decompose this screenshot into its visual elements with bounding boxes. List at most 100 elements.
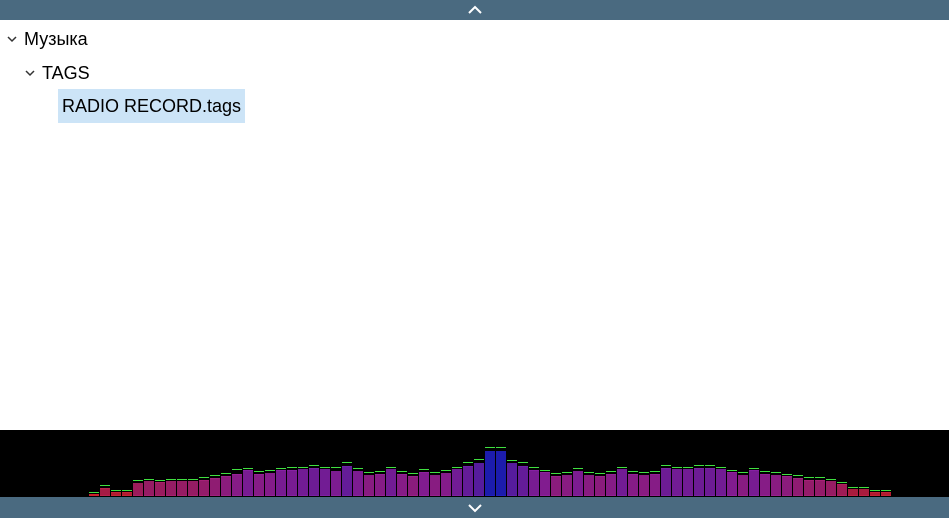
spectrum-peak [782,474,792,475]
spectrum-bar [650,474,660,496]
spectrum-peak [617,467,627,468]
spectrum-bar [463,466,473,496]
spectrum-peak [628,471,638,472]
spectrum-bar [606,474,616,496]
spectrum-bar [210,478,220,496]
expand-chevron-icon[interactable] [22,65,38,81]
spectrum-bar [265,473,275,496]
chevron-down-icon [467,503,482,512]
spectrum-visualizer [0,430,949,497]
spectrum-peak [584,472,594,473]
spectrum-peak [397,471,407,472]
spectrum-peak [573,468,583,469]
spectrum-peak [749,468,759,469]
spectrum-peak [177,479,187,480]
spectrum-peak [309,465,319,466]
spectrum-peak [133,480,143,481]
spectrum-peak [452,467,462,468]
spectrum-peak [386,467,396,468]
tree-item-label: RADIO RECORD.tags [62,95,242,116]
spectrum-peak [606,471,616,472]
spectrum-peak [716,467,726,468]
spectrum-peak [375,471,385,472]
spectrum-bar [628,474,638,496]
spectrum-peak [727,470,737,471]
spectrum-peak [243,468,253,469]
spectrum-peak [496,447,506,448]
spectrum-peak [804,477,814,478]
spectrum-peak [848,487,858,488]
spectrum-peak [529,467,539,468]
scroll-down-button[interactable] [0,497,949,518]
spectrum-bar [397,474,407,496]
tree-item-label: Музыка [24,28,88,49]
spectrum-peak [265,470,275,471]
spectrum-peak [364,472,374,473]
spectrum-peak [507,460,517,461]
spectrum-peak [155,480,165,481]
spectrum-peak [672,467,682,468]
spectrum-peak [661,465,671,466]
spectrum-bars [89,447,891,496]
spectrum-peak [595,473,605,474]
tree-item-muzyka[interactable]: Музыка [4,25,88,53]
spectrum-peak [738,472,748,473]
spectrum-peak [111,490,121,491]
spectrum-bar [232,474,242,496]
spectrum-bar [254,474,264,496]
spectrum-peak [342,462,352,463]
spectrum-peak [188,479,198,480]
spectrum-peak [430,472,440,473]
spectrum-peak [518,462,528,463]
spectrum-peak [254,471,264,472]
spectrum-bar [793,478,803,496]
spectrum-bar [760,474,770,496]
spectrum-peak [144,479,154,480]
spectrum-peak [287,467,297,468]
spectrum-peak [463,462,473,463]
spectrum-peak [331,467,341,468]
spectrum-peak [881,490,891,491]
spectrum-peak [639,472,649,473]
tree-item-radio-record-tags[interactable]: RADIO RECORD.tags [58,89,246,123]
spectrum-peak [815,477,825,478]
spectrum-peak [210,475,220,476]
spectrum-peak [89,492,99,493]
spectrum-peak [551,473,561,474]
spectrum-peak [760,471,770,472]
scroll-up-button[interactable] [0,0,949,20]
spectrum-bar [89,494,99,496]
spectrum-bar [441,473,451,496]
spectrum-peak [122,490,132,491]
spectrum-peak [320,467,330,468]
spectrum-peak [826,479,836,480]
spectrum-peak [683,467,693,468]
library-tree: Музыка TAGS RADIO RECORD.tags [0,20,949,430]
chevron-up-icon [467,5,482,14]
expand-chevron-icon[interactable] [4,31,20,47]
tree-item-label: TAGS [42,62,90,83]
spectrum-peak [199,477,209,478]
spectrum-peak [793,475,803,476]
spectrum-peak [100,485,110,486]
music-library-window: Музыка TAGS RADIO RECORD.tags [0,0,949,518]
spectrum-bar [342,466,352,496]
spectrum-peak [650,471,660,472]
spectrum-peak [353,468,363,469]
spectrum-peak [408,473,418,474]
spectrum-peak [540,470,550,471]
spectrum-peak [419,469,429,470]
spectrum-peak [221,473,231,474]
spectrum-peak [771,472,781,473]
spectrum-peak [166,479,176,480]
spectrum-bar [375,474,385,496]
spectrum-peak [870,490,880,491]
spectrum-peak [441,470,451,471]
spectrum-peak [232,469,242,470]
spectrum-peak [276,468,286,469]
tree-item-tags[interactable]: TAGS [22,59,90,87]
spectrum-peak [474,459,484,460]
spectrum-peak [298,467,308,468]
spectrum-bar [518,466,528,496]
spectrum-peak [694,465,704,466]
